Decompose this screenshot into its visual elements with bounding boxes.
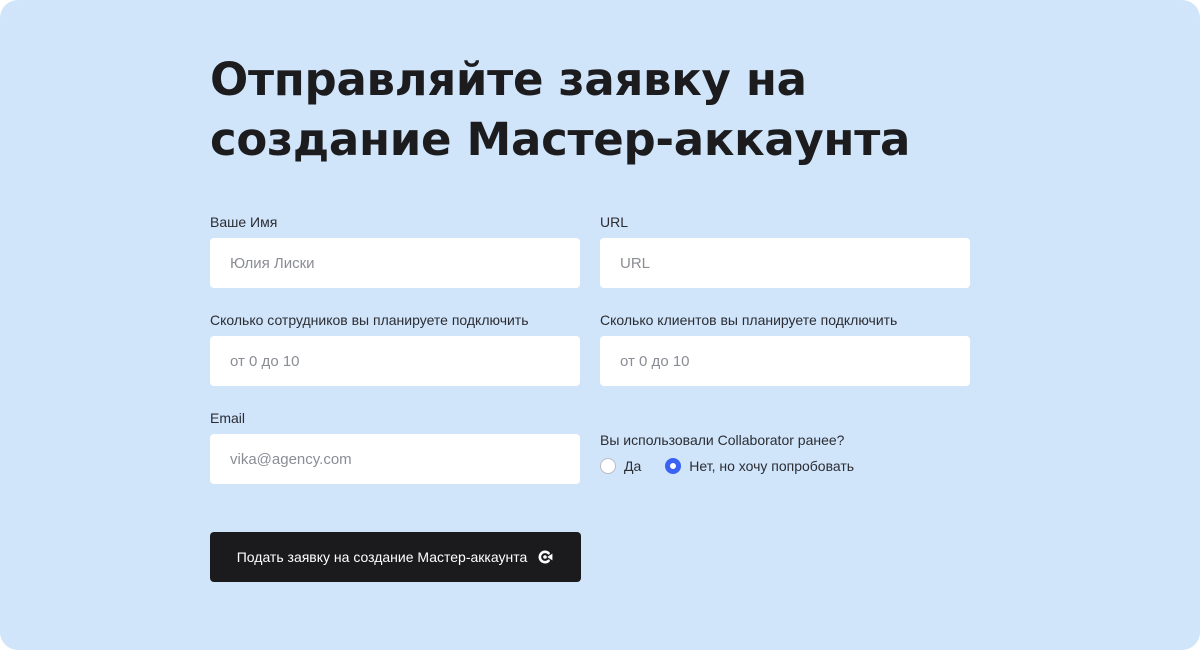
page-title-line-1: Отправляйте заявку на [210, 53, 807, 106]
radio-yes-label: Да [624, 458, 642, 474]
url-label: URL [600, 214, 629, 230]
used-before-question: Вы использовали Collaborator ранее? [600, 432, 845, 448]
employees-input[interactable] [210, 336, 580, 386]
name-field-group: Ваше Имя [210, 214, 580, 288]
clients-label: Сколько клиентов вы планируете подключит… [600, 312, 898, 328]
request-form-card: Отправляйте заявку на создание Мастер-ак… [0, 0, 1200, 650]
email-field-group: Email [210, 410, 580, 484]
url-field-group: URL [600, 214, 970, 288]
page-title-line-2: создание Мастер-аккаунта [210, 113, 911, 166]
radio-yes-indicator[interactable] [600, 458, 616, 474]
radio-option-yes[interactable]: Да [600, 458, 641, 474]
name-input[interactable] [210, 238, 580, 288]
url-input[interactable] [600, 238, 970, 288]
used-before-options: Да Нет, но хочу попробовать [600, 458, 1000, 474]
email-input[interactable] [210, 434, 580, 484]
employees-field-group: Сколько сотрудников вы планируете подклю… [210, 312, 580, 386]
radio-option-no-try[interactable]: Нет, но хочу попробовать [665, 458, 854, 474]
clients-input[interactable] [600, 336, 970, 386]
email-label: Email [210, 410, 246, 426]
page-title: Отправляйте заявку на создание Мастер-ак… [210, 50, 1010, 170]
collaborator-logo-icon [536, 548, 554, 566]
submit-request-button[interactable]: Подать заявку на создание Мастер-аккаунт… [210, 532, 581, 582]
submit-request-button-label: Подать заявку на создание Мастер-аккаунт… [236, 549, 528, 565]
clients-field-group: Сколько клиентов вы планируете подключит… [600, 312, 970, 386]
name-label: Ваше Имя [210, 214, 278, 230]
employees-label: Сколько сотрудников вы планируете подклю… [210, 312, 529, 328]
used-before-radio-group: Вы использовали Collaborator ранее? Да Н… [600, 432, 1000, 474]
radio-no-try-indicator[interactable] [665, 458, 682, 474]
radio-no-try-label: Нет, но хочу попробовать [689, 458, 855, 474]
